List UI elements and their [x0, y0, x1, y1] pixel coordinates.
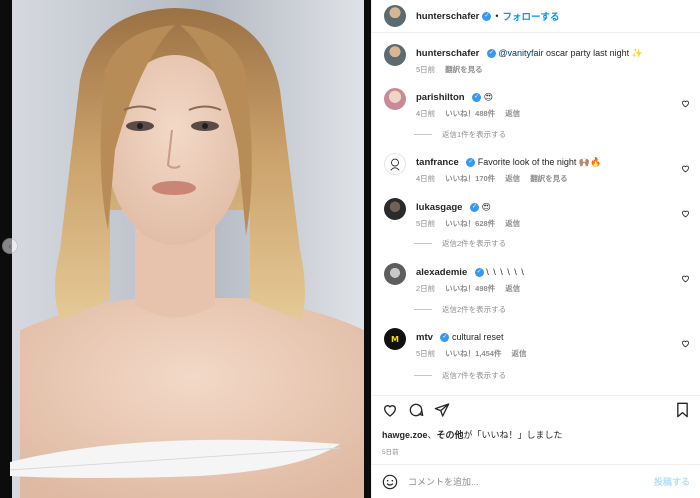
list-item: lukasgage ✓ 😍 5日前 いいね！628件 返信: [384, 198, 690, 229]
verified-icon: ✓: [472, 93, 482, 103]
divider: [414, 134, 432, 135]
verified-icon: ✓: [474, 268, 484, 278]
avatar[interactable]: M: [384, 328, 406, 350]
avatar[interactable]: [384, 5, 406, 27]
post-comment-button[interactable]: 投稿する: [654, 475, 690, 488]
comment-emoji: 🙌🏽🔥: [578, 157, 602, 167]
carousel-prev-icon[interactable]: ‹: [2, 238, 18, 254]
view-replies-button[interactable]: 返信2件を表示する: [414, 304, 506, 315]
list-item: tanfrance ✓ Favorite look of the night 🙌…: [384, 153, 690, 184]
avatar[interactable]: [384, 153, 406, 175]
view-replies-label: 返信2件を表示する: [442, 305, 507, 314]
list-item: alexademie ✓ \ \ \ \ \ \ 2日前 いいね！498件 返信: [384, 263, 690, 294]
follow-button[interactable]: フォローする: [503, 9, 560, 23]
view-replies-button[interactable]: 返信7件を表示する: [414, 370, 506, 381]
comment-username[interactable]: mtv: [416, 332, 433, 343]
comment-time[interactable]: 4日前: [416, 173, 435, 184]
comment-input[interactable]: コメントを追加...: [408, 475, 654, 488]
bookmark-icon[interactable]: [675, 402, 690, 418]
post-header: hunterschafer ✓ • フォローする: [372, 0, 700, 33]
reply-button[interactable]: 返信: [505, 283, 520, 294]
reply-button[interactable]: 返信: [505, 108, 520, 119]
like-comment-icon[interactable]: [681, 95, 690, 113]
caption: hunterschafer ✓ @vanityfair oscar party …: [384, 44, 690, 75]
likes-others-link[interactable]: その他: [437, 430, 464, 440]
view-replies-button[interactable]: 返信2件を表示する: [414, 238, 506, 249]
comment-emoji: 😍: [481, 202, 491, 212]
view-replies-label: 返信1件を表示する: [442, 130, 507, 139]
comment-time[interactable]: 5日前: [416, 348, 435, 359]
like-comment-icon[interactable]: [681, 335, 690, 353]
liked-by-user[interactable]: hawge.zoe: [382, 430, 428, 440]
reply-button[interactable]: 返信: [505, 173, 520, 184]
portrait-image: [0, 0, 371, 498]
avatar-graphic: [390, 158, 400, 171]
comment-text: \ \ \ \ \ \: [486, 267, 525, 277]
caption-time[interactable]: 5日前: [416, 64, 435, 75]
comment-likes[interactable]: いいね！1,454件: [445, 348, 501, 359]
translate-button[interactable]: 翻訳を見る: [445, 64, 483, 75]
comment-likes[interactable]: いいね！628件: [445, 218, 495, 229]
share-icon[interactable]: [434, 402, 450, 418]
comment-username[interactable]: tanfrance: [416, 157, 459, 168]
verified-icon: ✓: [469, 203, 479, 213]
translate-button[interactable]: 翻訳を見る: [530, 173, 568, 184]
author-username[interactable]: hunterschafer: [416, 11, 479, 22]
view-replies-label: 返信2件を表示する: [442, 239, 507, 248]
view-replies-button[interactable]: 返信1件を表示する: [414, 129, 506, 140]
reply-button[interactable]: 返信: [505, 218, 520, 229]
post-sidebar: hunterschafer ✓ • フォローする hunterschafer ✓…: [371, 0, 700, 498]
comment-username[interactable]: lukasgage: [416, 202, 462, 213]
mtv-logo: M: [391, 334, 399, 344]
comment-emoji: 😍: [483, 92, 493, 102]
avatar[interactable]: [384, 44, 406, 66]
post-photo[interactable]: ‹: [0, 0, 371, 498]
caption-username[interactable]: hunterschafer: [416, 48, 479, 59]
avatar[interactable]: [384, 263, 406, 285]
list-item: parishilton ✓ 😍 4日前 いいね！488件 返信: [384, 88, 690, 119]
comment-text: cultural reset: [451, 332, 504, 342]
view-replies-label: 返信7件を表示する: [442, 371, 507, 380]
caption-text: oscar party last night: [543, 48, 630, 58]
likes-middle: 、: [427, 430, 437, 440]
divider: [414, 243, 432, 244]
verified-icon: ✓: [440, 333, 450, 343]
comment-time[interactable]: 5日前: [416, 218, 435, 229]
avatar[interactable]: [384, 198, 406, 220]
reply-button[interactable]: 返信: [511, 348, 526, 359]
likes-suffix: が「いいね！」しました: [463, 430, 563, 440]
comment-text: Favorite look of the night: [477, 157, 577, 167]
comment-composer: コメントを追加... 投稿する: [372, 464, 700, 498]
list-item: M mtv ✓ cultural reset 5日前 いいね！1,454件 返信: [384, 328, 690, 359]
verified-icon: ✓: [482, 11, 492, 21]
comment-username[interactable]: parishilton: [416, 92, 465, 103]
caption-emoji: ✨: [631, 48, 643, 58]
caption-mention[interactable]: @vanityfair: [498, 48, 543, 58]
likes-summary: hawge.zoe、その他が「いいね！」しました: [382, 428, 563, 441]
comment-icon[interactable]: [408, 402, 424, 418]
divider: [414, 375, 432, 376]
comment-likes[interactable]: いいね！498件: [445, 283, 495, 294]
emoji-icon[interactable]: [382, 474, 398, 490]
like-comment-icon[interactable]: [681, 160, 690, 178]
comment-username[interactable]: alexademie: [416, 267, 467, 278]
comment-likes[interactable]: いいね！488件: [445, 108, 495, 119]
comment-time[interactable]: 2日前: [416, 283, 435, 294]
divider: [414, 309, 432, 310]
action-bar: [372, 395, 700, 423]
verified-icon: ✓: [486, 49, 496, 59]
avatar[interactable]: [384, 88, 406, 110]
comment-likes[interactable]: いいね！170件: [445, 173, 495, 184]
like-comment-icon[interactable]: [681, 205, 690, 223]
heart-icon[interactable]: [382, 402, 398, 418]
verified-icon: ✓: [466, 158, 476, 168]
like-comment-icon[interactable]: [681, 270, 690, 288]
post-timestamp[interactable]: 5日前: [382, 446, 399, 456]
comment-time[interactable]: 4日前: [416, 108, 435, 119]
header-separator: •: [495, 11, 499, 21]
